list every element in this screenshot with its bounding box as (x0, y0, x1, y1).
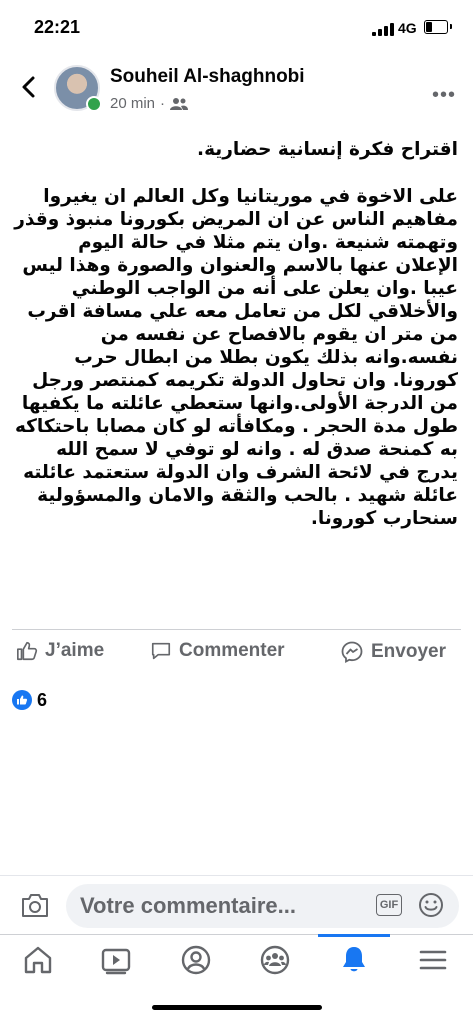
meta-separator: · (160, 95, 166, 112)
nav-menu[interactable] (416, 943, 450, 977)
send-label: Envoyer (371, 641, 446, 662)
more-dots-icon: ••• (432, 84, 457, 106)
chevron-left-icon (22, 76, 35, 98)
profile-icon (181, 945, 211, 975)
author-name[interactable]: Souheil Al-shaghnobi (110, 66, 305, 88)
more-options-button[interactable]: ••• (432, 84, 456, 107)
nav-home[interactable] (21, 943, 55, 977)
post-meta: 20 min · (110, 95, 189, 112)
nav-divider (0, 934, 473, 935)
network-label: 4G (398, 20, 417, 36)
post-body: على الاخوة في موريتانيا وكل العالم ان يغ… (14, 186, 458, 529)
camera-button[interactable] (20, 891, 50, 919)
notifications-icon (343, 947, 365, 972)
comment-label: Commenter (179, 640, 285, 661)
send-button[interactable]: Envoyer (340, 640, 446, 664)
messenger-icon (341, 641, 363, 663)
nav-active-indicator (318, 934, 390, 937)
signal-icon (372, 22, 394, 36)
battery-icon (424, 20, 448, 34)
emoji-button[interactable] (417, 891, 445, 919)
battery-tip (450, 24, 452, 29)
divider (12, 629, 461, 630)
like-button[interactable]: J’aime (16, 640, 104, 662)
thumbs-up-icon (17, 641, 38, 661)
camera-icon (22, 894, 48, 917)
back-button[interactable] (14, 72, 44, 102)
nav-groups[interactable] (258, 943, 292, 977)
gif-button[interactable]: GIF (376, 894, 402, 916)
comment-placeholder: Votre commentaire... (80, 893, 296, 918)
watch-icon (101, 948, 131, 975)
comment-icon (151, 642, 171, 660)
online-status-dot (86, 96, 102, 112)
nav-notifications[interactable] (337, 943, 371, 977)
home-indicator (152, 1005, 322, 1010)
like-label: J’aime (45, 640, 105, 661)
reaction-count[interactable]: 6 (37, 690, 47, 711)
post-title: اقتراح فكرة إنسانية حضارية. (197, 139, 458, 160)
thumbs-up-small-icon (17, 695, 28, 705)
status-time: 22:21 (34, 17, 81, 37)
comment-button[interactable]: Commenter (150, 640, 285, 662)
post-text: اقتراح فكرة إنسانية حضارية. على الاخوة ف… (10, 138, 458, 554)
friends-icon (170, 97, 189, 110)
nav-watch[interactable] (99, 943, 133, 977)
nav-profile[interactable] (179, 943, 213, 977)
divider (0, 875, 473, 876)
emoji-icon (419, 893, 443, 917)
like-reaction-icon[interactable] (12, 690, 32, 710)
time-ago[interactable]: 20 min (110, 95, 155, 112)
home-icon (24, 946, 52, 974)
menu-icon (419, 950, 447, 970)
groups-icon (260, 945, 290, 975)
